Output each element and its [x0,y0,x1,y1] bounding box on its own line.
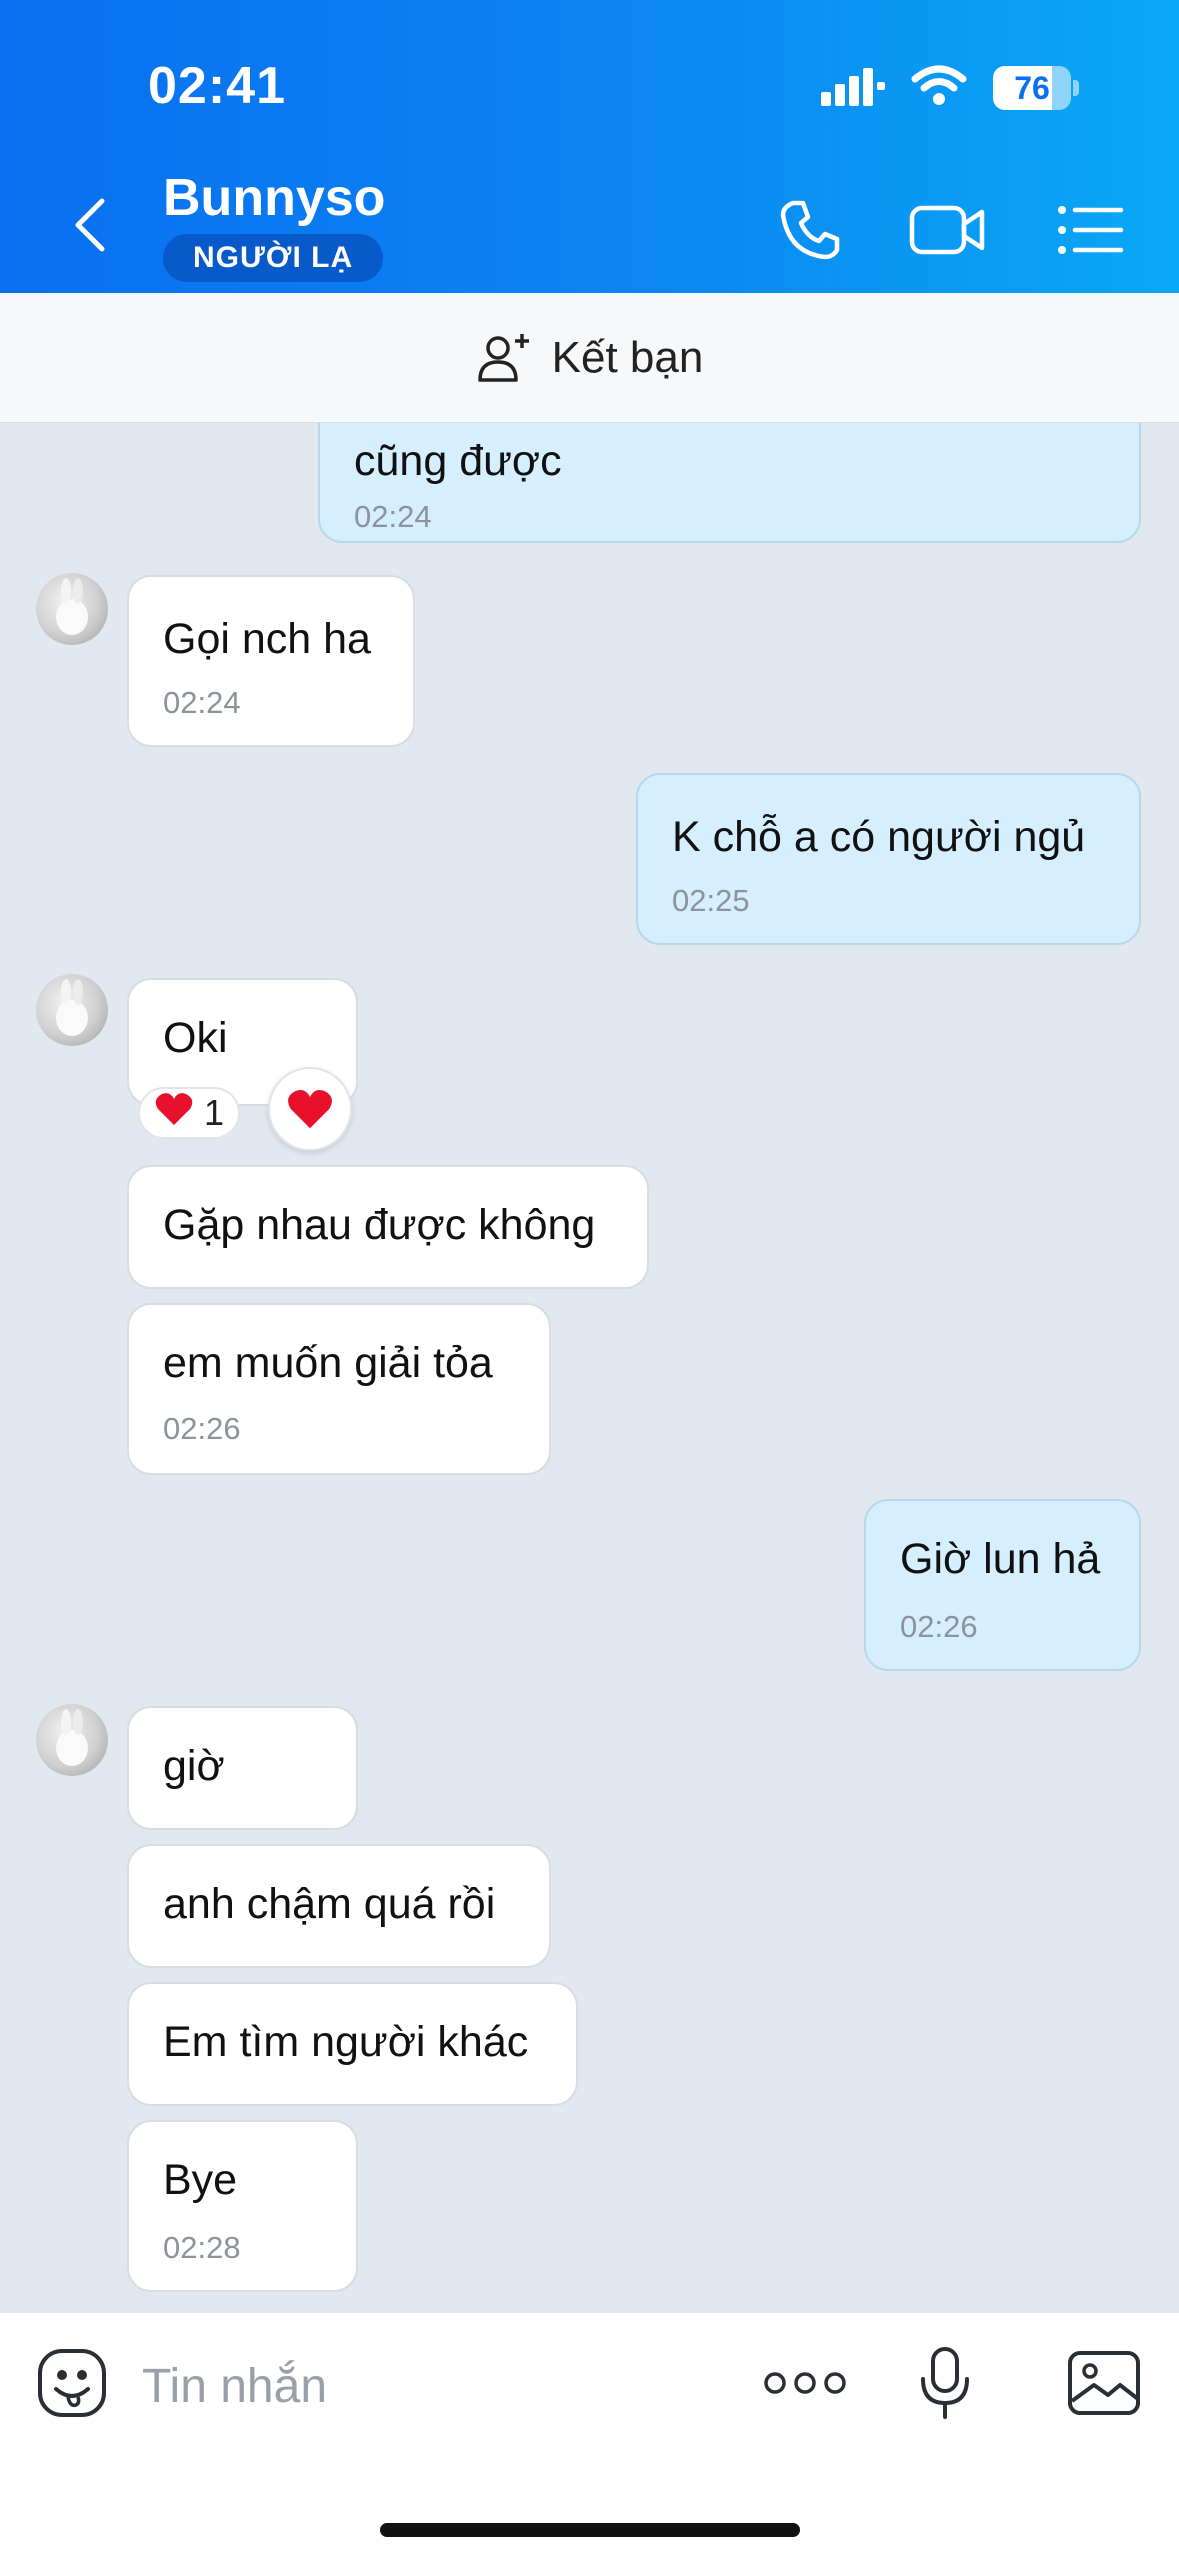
reaction-count-pill[interactable]: 1 [138,1087,241,1139]
incoming-message[interactable]: Gặp nhau được không [127,1165,649,1289]
microphone-icon [921,2347,969,2419]
video-call-button[interactable] [908,190,988,270]
incoming-message[interactable]: Em tìm người khác [127,1982,578,2106]
message-text: Bye [163,2156,238,2204]
message-time: 02:24 [163,685,241,720]
bunny-avatar-icon [56,578,88,635]
outgoing-message[interactable]: cũng được 02:24 [318,423,1141,543]
battery-indicator: 76 [993,66,1079,110]
reaction-count: 1 [204,1092,225,1133]
message-text: Em tìm người khác [163,2018,529,2066]
incoming-message[interactable]: anh chậm quá rồi [127,1844,551,1968]
message-text: Gọi nch ha [163,615,371,663]
message-time: 02:24 [354,499,432,534]
wifi-icon [911,65,967,112]
battery-percent: 76 [1014,69,1050,106]
add-person-icon [477,333,529,382]
outgoing-message[interactable]: Giờ lun hả 02:26 [864,1499,1141,1671]
home-indicator[interactable] [380,2523,800,2537]
message-text: Gặp nhau được không [163,1201,596,1249]
incoming-message[interactable]: Gọi nch ha 02:24 [127,575,415,747]
message-time: 02:25 [672,883,750,918]
status-time: 02:41 [148,57,286,115]
video-icon [909,205,985,255]
message-text: Giờ lun hả [900,1535,1101,1583]
message-text: giờ [163,1742,225,1790]
menu-list-icon [1058,206,1124,254]
menu-button[interactable] [1050,190,1130,270]
voice-call-button[interactable] [770,190,850,270]
phone-icon [780,200,840,260]
message-input-bar: Tin nhắn [0,2313,1179,2556]
chat-header: 02:41 76 Bunnyso NGƯỜI LẠ [0,0,1179,293]
more-options-button[interactable] [760,2343,850,2423]
message-time: 02:28 [163,2230,241,2265]
message-list[interactable]: cũng được 02:24 Gọi nch ha 02:24 K chỗ a… [0,423,1179,2313]
message-text: K chỗ a có người ngủ [672,813,1086,861]
status-icons: 76 [821,62,1079,114]
back-icon [75,198,105,252]
message-text: em muốn giải tỏa [163,1339,493,1387]
incoming-message[interactable]: em muốn giải tỏa 02:26 [127,1303,551,1475]
message-text: anh chậm quá rồi [163,1880,496,1928]
contact-name[interactable]: Bunnyso [163,168,385,228]
image-icon [1068,2351,1140,2415]
outgoing-message[interactable]: K chỗ a có người ngủ 02:25 [636,773,1141,945]
back-button[interactable] [60,190,120,260]
send-image-button[interactable] [1064,2343,1144,2423]
voice-message-button[interactable] [905,2343,985,2423]
sticker-button[interactable] [32,2343,112,2423]
signal-icon [821,66,885,111]
stranger-badge: NGƯỜI LẠ [163,234,384,282]
contact-avatar[interactable] [36,573,108,645]
react-button[interactable] [268,1067,352,1151]
message-time: 02:26 [900,1609,978,1644]
message-text: Oki [163,1014,228,1062]
heart-icon [288,1090,332,1129]
heart-icon [154,1091,194,1136]
contact-avatar[interactable] [36,974,108,1046]
message-text: cũng được [354,437,562,485]
battery-icon: 76 [993,66,1071,110]
contact-avatar[interactable] [36,1704,108,1776]
add-friend-label: Kết bạn [551,332,704,382]
bunny-avatar-icon [56,1709,88,1766]
message-time: 02:26 [163,1411,241,1446]
more-options-icon [764,2372,846,2394]
bunny-avatar-icon [56,979,88,1036]
incoming-message[interactable]: Bye 02:28 [127,2120,358,2292]
add-friend-bar[interactable]: Kết bạn [0,293,1179,423]
incoming-message[interactable]: giờ [127,1706,358,1830]
message-input[interactable]: Tin nhắn [142,2359,327,2414]
emoji-sticker-icon [38,2349,106,2417]
